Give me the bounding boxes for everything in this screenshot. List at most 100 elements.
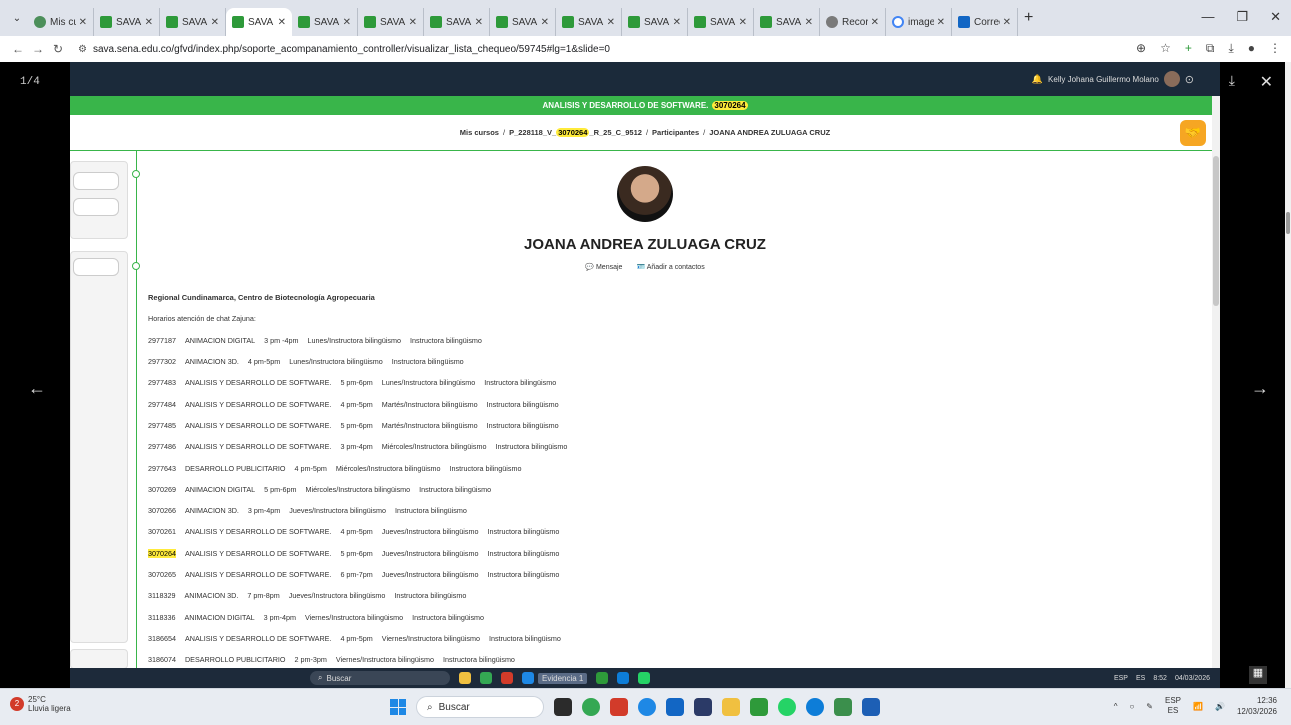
- close-tab-icon[interactable]: ✕: [541, 17, 549, 28]
- back-icon[interactable]: ←: [8, 42, 28, 56]
- browser-tab[interactable]: SAVA |✕: [160, 8, 226, 36]
- slide-scrollbar: [1212, 96, 1220, 668]
- close-tab-icon[interactable]: ✕: [343, 17, 351, 28]
- browser-menu-icon[interactable]: ⋮: [1269, 41, 1281, 56]
- download-button[interactable]: ⤓: [1229, 72, 1235, 89]
- close-viewer-button[interactable]: ✕: [1260, 72, 1273, 92]
- close-tab-icon[interactable]: ✕: [79, 17, 87, 28]
- windows-start-icon[interactable]: [390, 699, 406, 715]
- site-info-icon[interactable]: ⚙: [78, 44, 87, 55]
- browser-tab[interactable]: Mis cur✕: [28, 8, 94, 36]
- close-tab-icon[interactable]: ✕: [278, 17, 286, 28]
- url-field[interactable]: ⚙ sava.sena.edu.co/gfvd/index.php/soport…: [78, 44, 610, 55]
- whatsapp-icon[interactable]: [778, 698, 796, 716]
- browser-tab[interactable]: SAVA |✕: [424, 8, 490, 36]
- language-indicator[interactable]: ESP ES: [1165, 696, 1181, 716]
- extensions-plus-icon[interactable]: +: [1185, 41, 1192, 56]
- browser-tab[interactable]: SAVA |✕: [94, 8, 160, 36]
- volume-icon[interactable]: 🔊: [1215, 702, 1225, 711]
- grid-view-icon[interactable]: ▦: [1249, 666, 1267, 684]
- skype-icon[interactable]: [638, 698, 656, 716]
- tray-expand-icon[interactable]: ^: [1114, 702, 1118, 711]
- clock[interactable]: 12:36 12/03/2026: [1237, 695, 1277, 717]
- browser-tab[interactable]: imagen✕: [886, 8, 952, 36]
- restore-icon[interactable]: ❐: [1236, 9, 1248, 25]
- close-tab-icon[interactable]: ✕: [145, 17, 153, 28]
- task-view-icon[interactable]: [554, 698, 572, 716]
- taskbar-search[interactable]: ⌕ Buscar: [416, 696, 544, 718]
- schedule-course: ANALISIS Y DESARROLLO DE SOFTWARE.: [184, 570, 332, 579]
- page-scrollbar[interactable]: [1285, 62, 1291, 688]
- bookmark-star-icon[interactable]: ☆: [1160, 41, 1171, 56]
- app-icon[interactable]: [610, 698, 628, 716]
- close-window-icon[interactable]: ✕: [1270, 9, 1281, 25]
- file-explorer-icon[interactable]: [722, 698, 740, 716]
- new-tab-button[interactable]: +: [1024, 9, 1033, 27]
- weather-widget[interactable]: 2 25°C Lluvia ligera: [10, 695, 71, 713]
- close-tab-icon[interactable]: ✕: [607, 17, 615, 28]
- pen-icon[interactable]: ✎: [1146, 702, 1153, 711]
- slide-scroll-thumb: [1213, 156, 1219, 306]
- tray-app-icon[interactable]: ○: [1129, 702, 1134, 711]
- browser-tab[interactable]: SAVA |✕: [226, 8, 292, 36]
- schedule-course: ANALISIS Y DESARROLLO DE SOFTWARE.: [184, 442, 332, 452]
- taskbar-apps: ⌕ Buscar: [390, 696, 880, 718]
- app-icon[interactable]: [694, 698, 712, 716]
- browser-tab[interactable]: Record✕: [820, 8, 886, 36]
- close-tab-icon[interactable]: ✕: [409, 17, 417, 28]
- tab-search-dropdown-icon[interactable]: ⌄: [6, 13, 28, 24]
- app-icon[interactable]: [862, 698, 880, 716]
- play-icon: ⊙: [1184, 73, 1194, 86]
- schedule-time: 2 pm-3pm: [294, 655, 327, 665]
- zoom-icon[interactable]: ⊕: [1136, 41, 1146, 56]
- message-link: 💬 Mensaje: [585, 263, 622, 271]
- breadcrumb-course-prefix: P_228118_V_: [509, 128, 557, 137]
- schedule-day: Martés/Instructora bilingüismo: [381, 420, 478, 430]
- browser-tab[interactable]: SAVA |✕: [688, 8, 754, 36]
- reload-icon[interactable]: ↻: [48, 42, 68, 56]
- close-tab-icon[interactable]: ✕: [871, 17, 879, 28]
- browser-tab[interactable]: SAVA |✕: [292, 8, 358, 36]
- browser-tab[interactable]: SAVA |✕: [754, 8, 820, 36]
- sava-icon: [298, 16, 310, 28]
- browser-tab[interactable]: SAVA |✕: [490, 8, 556, 36]
- next-slide-button[interactable]: →: [1251, 378, 1269, 399]
- page-scroll-thumb[interactable]: [1286, 212, 1290, 234]
- chrome-icon[interactable]: [582, 698, 600, 716]
- profile-avatar-icon[interactable]: ●: [1248, 41, 1255, 56]
- browser-tab[interactable]: Correo✕: [952, 8, 1018, 36]
- close-tab-icon[interactable]: ✕: [475, 17, 483, 28]
- browser-tab[interactable]: SAVA |✕: [622, 8, 688, 36]
- schedule-row: 3070265 ANALISIS Y DESARROLLO DE SOFTWARE…: [148, 564, 1048, 585]
- minimize-icon[interactable]: —: [1201, 9, 1214, 25]
- close-tab-icon[interactable]: ✕: [1003, 17, 1011, 28]
- browser-tab[interactable]: SAVA |✕: [358, 8, 424, 36]
- close-tab-icon[interactable]: ✕: [937, 17, 945, 28]
- edge-icon[interactable]: [806, 698, 824, 716]
- close-tab-icon[interactable]: ✕: [805, 17, 813, 28]
- close-tab-icon[interactable]: ✕: [211, 17, 219, 28]
- extensions-puzzle-icon[interactable]: ⧉: [1206, 41, 1215, 56]
- browser-tab[interactable]: SAVA |✕: [556, 8, 622, 36]
- tab-title: SAVA |: [644, 16, 670, 28]
- tab-title: SAVA |: [380, 16, 406, 28]
- schedule-role: Instructora bilingüismo: [391, 357, 464, 367]
- close-tab-icon[interactable]: ✕: [673, 17, 681, 28]
- schedule-time: 7 pm-8pm: [247, 591, 280, 601]
- clock-time: 12:36: [1256, 696, 1277, 705]
- clock-date: 12/03/2026: [1236, 707, 1277, 716]
- app-icon[interactable]: [666, 698, 684, 716]
- weather-badge: 2: [10, 697, 24, 711]
- wifi-icon[interactable]: 📶: [1193, 702, 1203, 711]
- schedule-course: ANALISIS Y DESARROLLO DE SOFTWARE.: [184, 548, 332, 558]
- app-icon[interactable]: [750, 698, 768, 716]
- schedule-time: 3 pm -4pm: [264, 335, 299, 345]
- downloads-icon[interactable]: ⤓: [1228, 41, 1233, 56]
- close-tab-icon[interactable]: ✕: [739, 17, 747, 28]
- sava-icon: [232, 16, 244, 28]
- tab-title: imagen: [908, 16, 934, 28]
- forward-icon[interactable]: →: [28, 42, 48, 56]
- system-tray: ^ ○ ✎ ESP ES 📶 🔊 12:36 12/03/2026: [1114, 695, 1277, 717]
- previous-slide-button[interactable]: ←: [28, 378, 46, 399]
- app-icon[interactable]: [834, 698, 852, 716]
